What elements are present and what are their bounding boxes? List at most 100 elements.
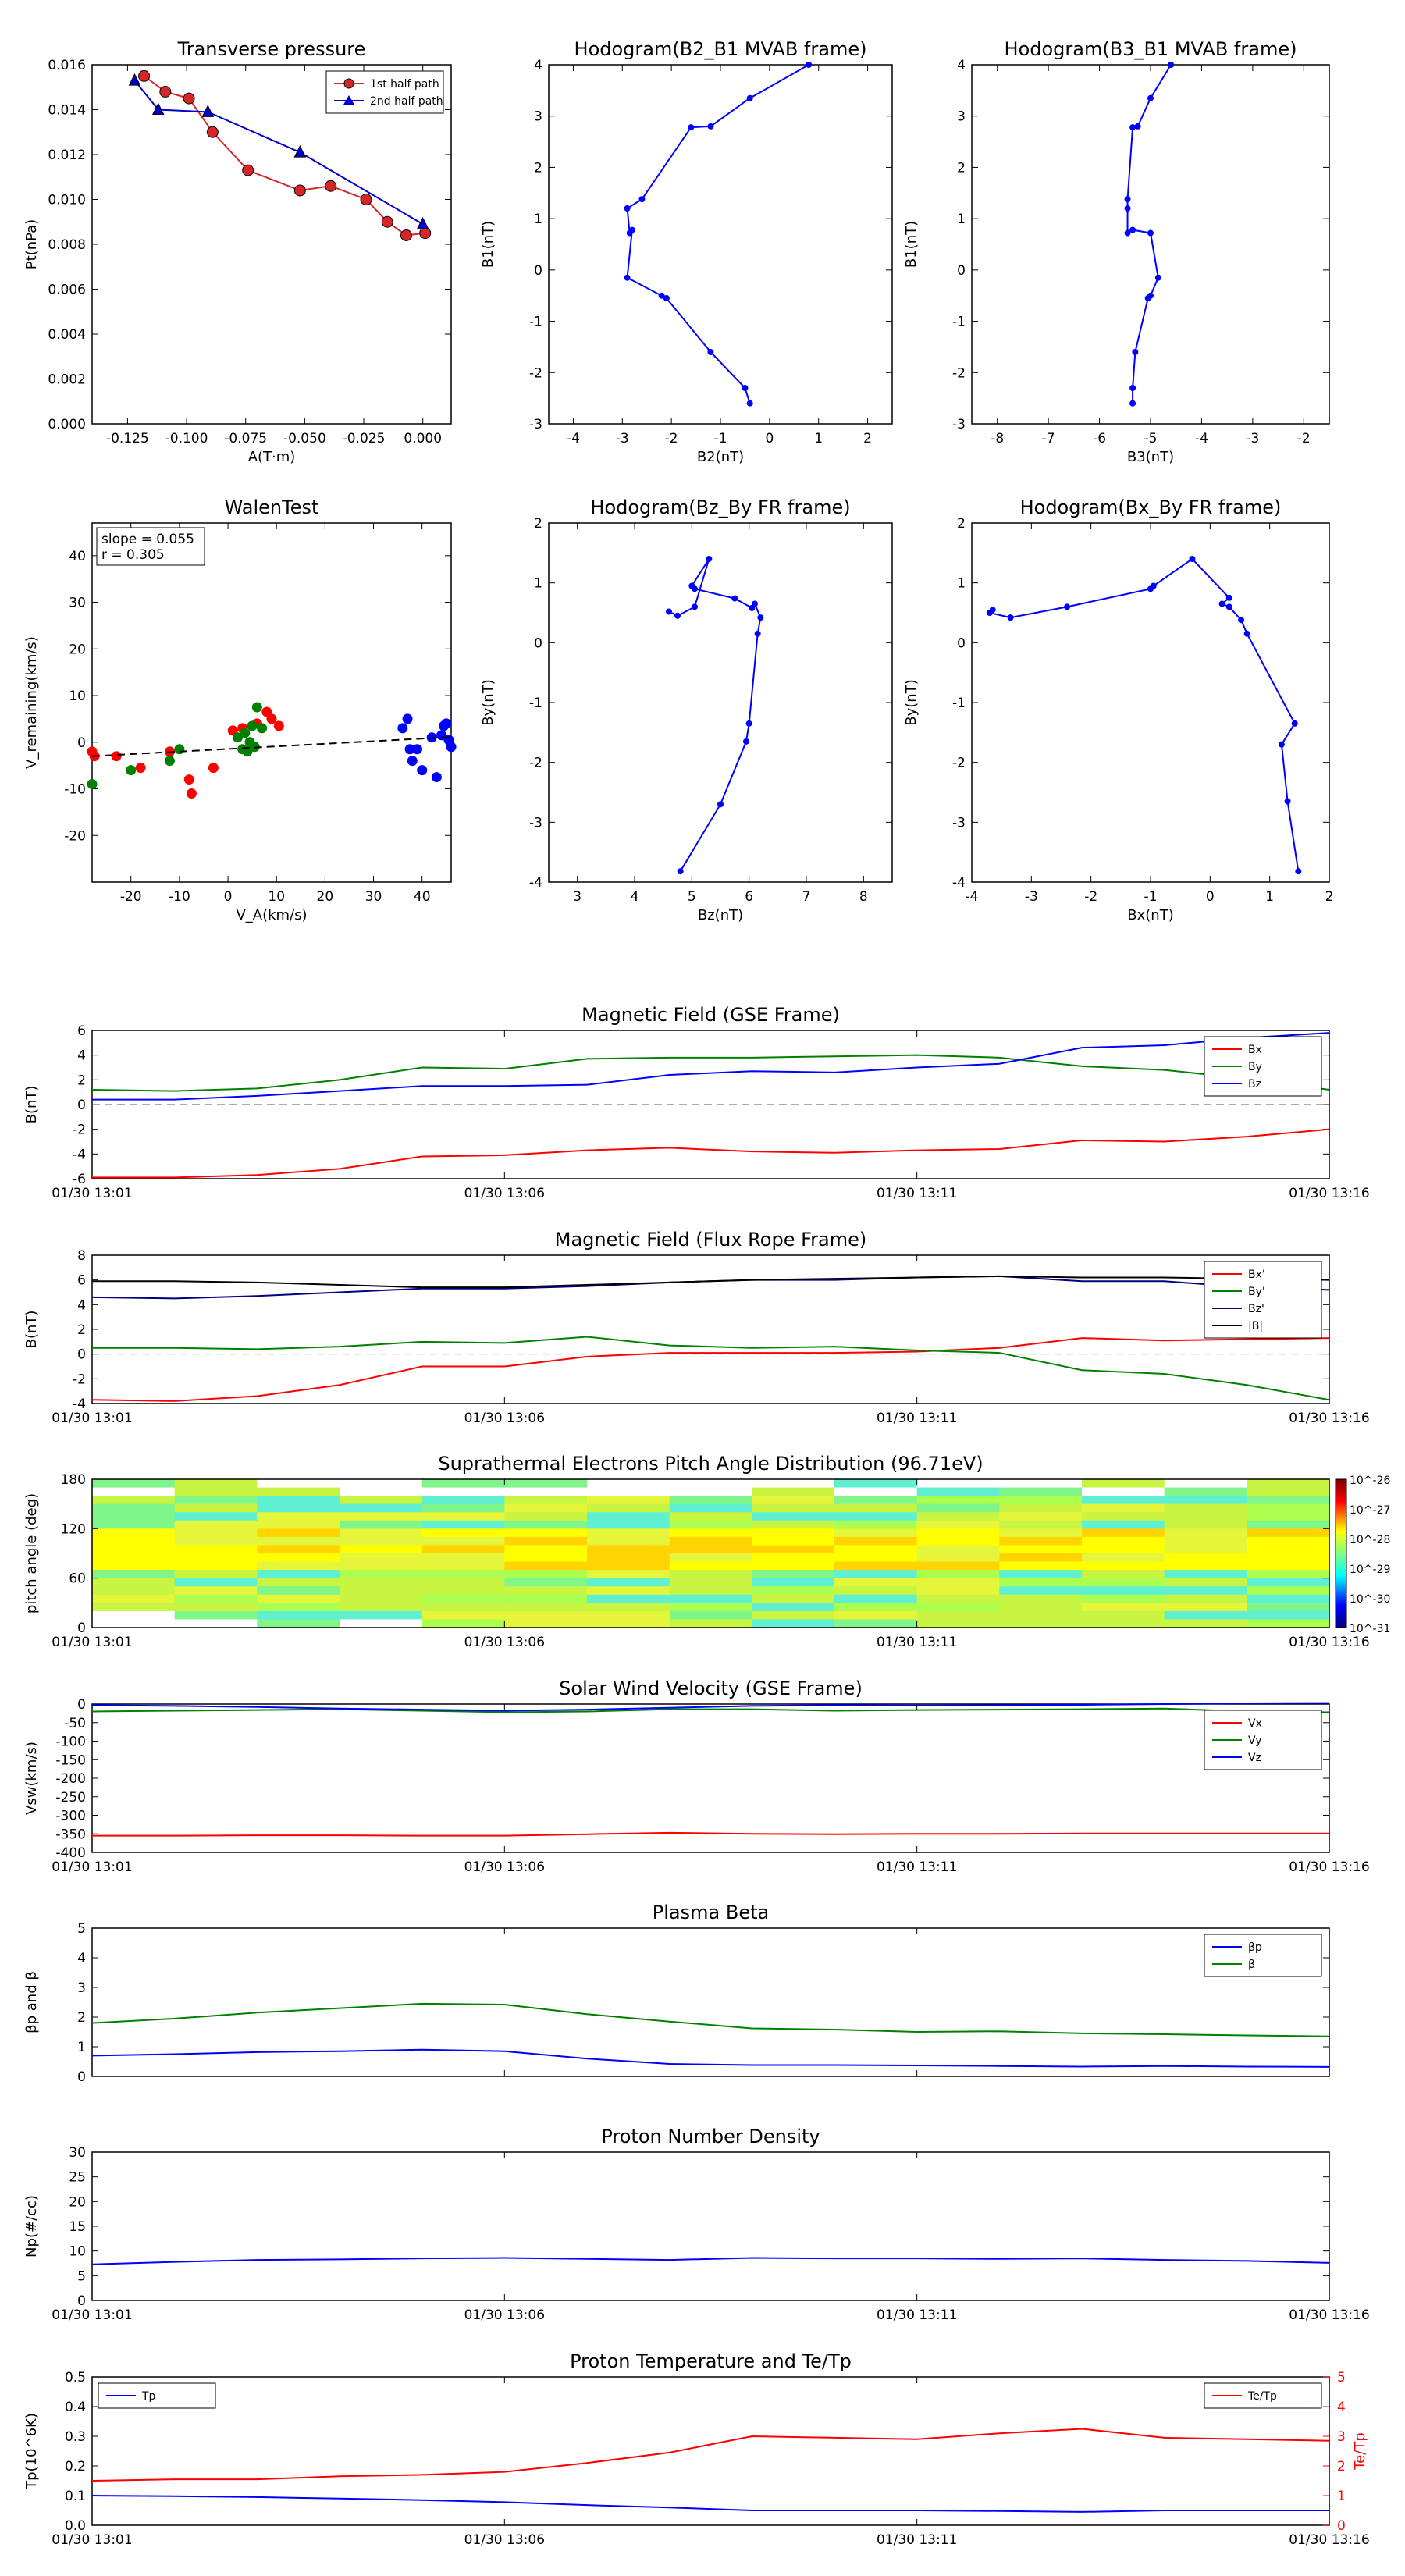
pad-cell xyxy=(1164,1496,1247,1505)
pad-cell xyxy=(1247,1594,1330,1603)
h31-point xyxy=(1124,205,1131,212)
pad-cell xyxy=(174,1536,258,1546)
pt-point xyxy=(400,229,412,241)
pad-cell xyxy=(1247,1545,1330,1554)
pad-cell xyxy=(504,1503,588,1513)
bfr-xtick-label: 01/30 13:16 xyxy=(1289,1411,1369,1426)
pad-cell xyxy=(92,1512,176,1521)
pad-cell xyxy=(340,1512,423,1521)
pad-colorbar xyxy=(1335,1478,1347,1628)
pad-cell xyxy=(1082,1586,1165,1596)
pad-cell xyxy=(504,1586,588,1596)
pt-ytick-label: 0.014 xyxy=(48,103,86,119)
walen-ylabel: V_remaining(km/s) xyxy=(23,636,40,769)
h31-point xyxy=(1147,94,1154,101)
pt-panel: Transverse pressure -0.125 -0.100 -0.075 -0.… xyxy=(23,38,452,465)
h31-xlabel: B3(nT) xyxy=(1127,449,1174,465)
walen-point xyxy=(441,718,452,729)
pt-legend-marker xyxy=(343,78,354,89)
bfr-panel: Magnetic Field (Flux Rope Frame) 01/30 13… xyxy=(23,1229,1370,1426)
pad-cell xyxy=(92,1603,176,1612)
pad-xtick-label: 01/30 13:01 xyxy=(52,1635,132,1650)
pad-cell xyxy=(834,1570,918,1579)
pad-cell xyxy=(504,1561,588,1571)
h31-ytick-label: 2 xyxy=(957,160,966,176)
tp-xtick-label: 01/30 13:16 xyxy=(1289,2532,1369,2548)
pt-ytick-label: 0.016 xyxy=(48,58,86,73)
pad-cell xyxy=(1082,1619,1165,1628)
pt-xtick-label: -0.100 xyxy=(165,431,208,447)
tp-ytick-label: 0.3 xyxy=(65,2429,86,2445)
walen-ytick-label: -20 xyxy=(64,828,86,844)
bfr-legend-label: Bx' xyxy=(1248,1268,1265,1281)
pad-cell xyxy=(422,1520,505,1529)
vsw-ytick-label: -100 xyxy=(55,1735,86,1750)
pad-cell xyxy=(916,1586,1000,1596)
pad-cell xyxy=(257,1520,340,1529)
pad-cell xyxy=(340,1553,423,1563)
h21-ytick-label: 2 xyxy=(534,160,542,176)
pad-cell xyxy=(1164,1503,1247,1513)
bfr-xtick-label: 01/30 13:06 xyxy=(464,1411,545,1426)
pad-cell xyxy=(587,1603,670,1612)
vsw-legend-label: Vz xyxy=(1248,1752,1261,1764)
pad-cell xyxy=(92,1553,176,1563)
hbxby-ytick-label: -4 xyxy=(952,875,966,891)
pad-cell xyxy=(1247,1479,1330,1489)
pad-cell xyxy=(174,1594,258,1603)
h31-ytick-label: -2 xyxy=(952,365,966,381)
vsw-legend-label: Vy xyxy=(1248,1735,1262,1747)
pad-cell xyxy=(669,1503,752,1513)
pad-cell xyxy=(669,1619,752,1628)
pad-ytick-label: 60 xyxy=(69,1571,86,1587)
pad-cell xyxy=(422,1619,505,1628)
h31-title: Hodogram(B3_B1 MVAB frame) xyxy=(1005,38,1297,60)
pad-cell xyxy=(587,1619,670,1628)
vsw-ytick-label: -250 xyxy=(55,1790,86,1806)
pad-cell xyxy=(916,1536,1000,1546)
hbxby-point xyxy=(1225,603,1232,610)
hbzby-ylabel: By(nT) xyxy=(480,679,496,725)
pad-cell xyxy=(422,1561,505,1571)
pt-xtick-label: -0.075 xyxy=(224,431,267,447)
pad-cell xyxy=(340,1619,423,1628)
tp-series-line-1 xyxy=(91,2428,1330,2482)
hbzby-point xyxy=(717,801,724,808)
bfr-xtick-label: 01/30 13:01 xyxy=(52,1411,132,1426)
bgse-xtick-label: 01/30 13:01 xyxy=(52,1186,132,1201)
h31-point xyxy=(1129,385,1136,391)
bgse-title: Magnetic Field (GSE Frame) xyxy=(582,1004,840,1026)
hbxby-ytick-label: 0 xyxy=(957,635,966,651)
pad-cell xyxy=(999,1536,1083,1546)
walen-point xyxy=(135,763,146,774)
walen-point xyxy=(411,744,422,755)
pad-cell xyxy=(504,1479,588,1489)
beta-legend-label: βp xyxy=(1248,1941,1262,1954)
walen-point xyxy=(402,713,413,724)
pt-point xyxy=(419,227,432,240)
bgse-ytick-label: 4 xyxy=(77,1048,86,1064)
walen-panel: WalenTest -20 -10 0 10 20 30 40 -20 -10 0 10 20 30 40 V… xyxy=(23,496,457,923)
np-ytick-label: 0 xyxy=(77,2293,86,2309)
pad-cell xyxy=(257,1536,340,1546)
h31-point xyxy=(1129,124,1136,131)
pad-cell xyxy=(669,1586,752,1596)
pad-cell xyxy=(1164,1561,1247,1571)
pad-cell xyxy=(504,1512,588,1521)
pad-cell xyxy=(340,1561,423,1571)
hbxby-xlabel: Bx(nT) xyxy=(1127,907,1173,923)
vsw-ytick-label: 0 xyxy=(77,1697,86,1713)
tp-xtick-label: 01/30 13:06 xyxy=(464,2532,545,2548)
pad-cell xyxy=(340,1487,423,1496)
pad-cell xyxy=(504,1487,588,1496)
pt-point xyxy=(360,194,372,205)
pad-cell xyxy=(422,1586,505,1596)
pad-cell xyxy=(1082,1479,1165,1489)
h31-xtick-label: -2 xyxy=(1297,431,1311,447)
pad-colorbar-label: 10^-31 xyxy=(1350,1623,1390,1635)
pad-cell xyxy=(752,1496,835,1505)
pad-cell xyxy=(1247,1487,1330,1496)
pad-cell xyxy=(834,1553,918,1563)
pad-cell xyxy=(916,1561,1000,1571)
h21-ytick-label: -1 xyxy=(529,315,542,330)
